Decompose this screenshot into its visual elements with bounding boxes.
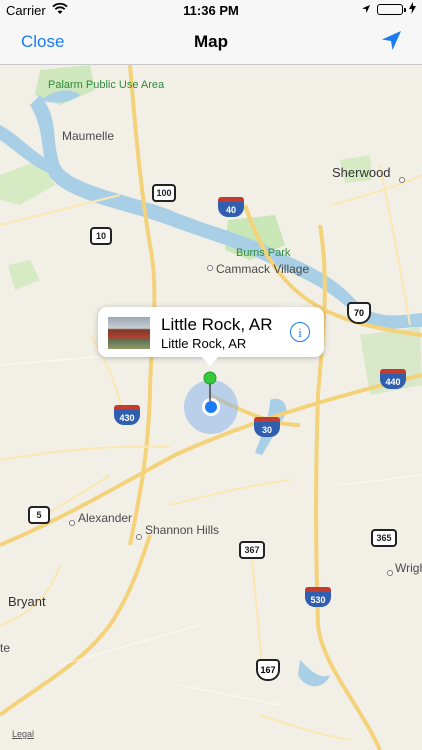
highway-100-shield: 100 xyxy=(152,184,176,202)
us-70-shield: 70 xyxy=(347,302,371,324)
place-burns-park: Burns Park xyxy=(236,247,291,259)
place-bryant: Bryant xyxy=(8,594,46,609)
charging-icon xyxy=(409,2,416,17)
place-sherwood: Sherwood xyxy=(332,165,391,180)
info-icon[interactable]: i xyxy=(290,322,310,342)
page-title: Map xyxy=(194,32,228,51)
place-dot xyxy=(136,534,142,540)
highway-365-shield: 365 xyxy=(371,529,397,547)
status-bar: Carrier 11:36 PM xyxy=(0,0,422,20)
interstate-530-shield: 530 xyxy=(305,587,331,607)
location-arrow-icon xyxy=(382,31,401,50)
map-view[interactable]: Palarm Public Use Area Maumelle Sherwood… xyxy=(0,65,422,750)
place-cammack: Cammack Village xyxy=(216,262,310,276)
place-dot xyxy=(399,177,405,183)
place-dot xyxy=(387,570,393,576)
location-callout[interactable]: Little Rock, AR Little Rock, AR i xyxy=(98,307,324,366)
place-te: te xyxy=(0,641,11,655)
navigation-bar: Close Map xyxy=(0,20,422,65)
location-arrow-icon xyxy=(361,2,371,17)
highway-5-shield: 5 xyxy=(28,506,50,524)
callout-title: Little Rock, AR xyxy=(161,315,273,334)
legal-link[interactable]: Legal xyxy=(12,729,34,739)
location-thumbnail xyxy=(108,317,150,349)
battery-icon xyxy=(377,4,406,15)
clock: 11:36 PM xyxy=(183,3,239,18)
place-alexander: Alexander xyxy=(78,511,133,525)
place-dot xyxy=(69,520,75,526)
highway-367-shield: 367 xyxy=(239,541,265,559)
place-dot xyxy=(207,265,213,271)
callout-subtitle: Little Rock, AR xyxy=(161,336,247,351)
highway-10-shield: 10 xyxy=(90,227,112,245)
place-wrigh: Wrigh xyxy=(395,561,422,575)
interstate-440-shield: 440 xyxy=(380,369,406,389)
current-location-button[interactable] xyxy=(380,30,402,57)
interstate-430-shield: 430 xyxy=(114,405,140,425)
place-shannon-hills: Shannon Hills xyxy=(145,523,220,537)
place-palarm: Palarm Public Use Area xyxy=(48,79,165,91)
interstate-40-shield: 40 xyxy=(218,197,244,217)
interstate-30-shield: 30 xyxy=(254,417,280,437)
highway-167-shield: 167 xyxy=(256,659,280,681)
place-maumelle: Maumelle xyxy=(62,129,115,143)
